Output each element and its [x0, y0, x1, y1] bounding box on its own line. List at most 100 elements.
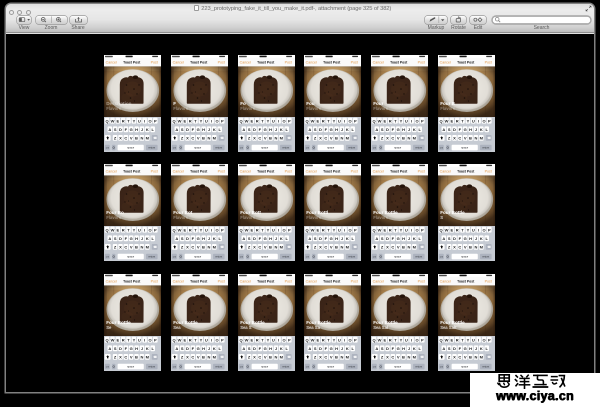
svg-text:Y: Y — [199, 228, 202, 233]
svg-text:K: K — [346, 127, 349, 132]
svg-text:S: S — [314, 236, 317, 241]
svg-text:N: N — [207, 135, 210, 140]
svg-text:Toast Post: Toast Post — [190, 279, 208, 283]
svg-text:Q: Q — [172, 228, 175, 233]
svg-text:space: space — [395, 256, 402, 259]
svg-text:space: space — [261, 365, 268, 368]
svg-text:P: P — [421, 118, 424, 123]
svg-text:A: A — [175, 127, 178, 132]
svg-text:Q: Q — [306, 337, 309, 342]
svg-text:V: V — [196, 354, 199, 359]
svg-text:Y: Y — [467, 337, 470, 342]
svg-text:W: W — [445, 337, 449, 342]
svg-text:K: K — [413, 127, 416, 132]
svg-text:J: J — [408, 127, 410, 132]
svg-text:Cancel: Cancel — [239, 280, 250, 284]
svg-text:D: D — [253, 236, 256, 241]
svg-text:K: K — [212, 127, 215, 132]
svg-text:I: I — [211, 337, 212, 342]
svg-text:Post: Post — [351, 170, 358, 174]
svg-text:G: G — [397, 236, 400, 241]
svg-text:I: I — [478, 118, 479, 123]
svg-text:Flavors: Flavors — [240, 216, 256, 221]
svg-text:N: N — [408, 245, 411, 250]
svg-text:P: P — [287, 118, 290, 123]
svg-text:O: O — [349, 118, 352, 123]
svg-text:D: D — [319, 127, 322, 132]
svg-text:O: O — [282, 337, 285, 342]
svg-text:D: D — [186, 127, 189, 132]
svg-text:I: I — [344, 337, 345, 342]
svg-text:B: B — [135, 135, 138, 140]
svg-text:J: J — [274, 127, 276, 132]
svg-text:Flavors: Flavors — [307, 216, 323, 221]
svg-text:A: A — [309, 346, 312, 351]
svg-text:N: N — [274, 245, 277, 250]
svg-text:X: X — [386, 354, 389, 359]
svg-text:E: E — [451, 337, 454, 342]
svg-text:R: R — [456, 228, 459, 233]
svg-text:P: P — [354, 118, 357, 123]
svg-text:Q: Q — [440, 118, 443, 123]
svg-text:K: K — [413, 346, 416, 351]
svg-text:R: R — [121, 337, 124, 342]
svg-text:E: E — [384, 228, 387, 233]
svg-text:N: N — [408, 354, 411, 359]
svg-text:Four Bo: Four Bo — [106, 210, 124, 215]
svg-text:A: A — [175, 236, 178, 241]
svg-text:G: G — [330, 127, 333, 132]
svg-text:space: space — [461, 365, 468, 368]
svg-text:Sea Salt: Sea Salt — [440, 325, 457, 330]
svg-text:J: J — [141, 346, 143, 351]
svg-text:B: B — [269, 245, 272, 250]
svg-text:U: U — [472, 337, 475, 342]
svg-text:G: G — [129, 236, 132, 241]
svg-text:Post: Post — [351, 61, 358, 65]
svg-text:Y: Y — [266, 337, 269, 342]
svg-text:S: S — [114, 346, 117, 351]
svg-text:V: V — [130, 245, 133, 250]
svg-text:N: N — [475, 354, 478, 359]
svg-text:C: C — [258, 245, 261, 250]
svg-text:U: U — [204, 118, 207, 123]
svg-text:I: I — [211, 228, 212, 233]
svg-text:space: space — [328, 365, 335, 368]
svg-text:O: O — [148, 228, 151, 233]
svg-text:R: R — [456, 118, 459, 123]
svg-text:space: space — [261, 256, 268, 259]
svg-text:W: W — [177, 228, 181, 233]
svg-text:K: K — [480, 236, 483, 241]
svg-text:G: G — [397, 127, 400, 132]
svg-text:U: U — [338, 118, 341, 123]
svg-text:S: S — [114, 236, 117, 241]
svg-text:H: H — [402, 346, 405, 351]
svg-text:S: S — [440, 216, 443, 221]
svg-text:I: I — [478, 337, 479, 342]
svg-text:Cancel: Cancel — [306, 280, 317, 284]
svg-text:O: O — [416, 337, 419, 342]
svg-text:Se: Se — [106, 325, 112, 330]
svg-text:Q: Q — [306, 228, 309, 233]
svg-text:W: W — [378, 228, 382, 233]
svg-text:A: A — [175, 346, 178, 351]
svg-text:X: X — [186, 135, 189, 140]
svg-text:O: O — [349, 228, 352, 233]
svg-text:Four Bot: Four Bot — [173, 210, 193, 215]
svg-text:G: G — [129, 346, 132, 351]
svg-text:B: B — [469, 245, 472, 250]
svg-text:G: G — [196, 346, 199, 351]
svg-text:G: G — [129, 127, 132, 132]
svg-text:H: H — [336, 127, 339, 132]
svg-text:U: U — [271, 228, 274, 233]
svg-text:Y: Y — [199, 118, 202, 123]
svg-text:A: A — [309, 127, 312, 132]
svg-text:E: E — [116, 228, 119, 233]
svg-text:N: N — [140, 135, 143, 140]
svg-text:Toast Post: Toast Post — [190, 60, 208, 64]
svg-text:A: A — [376, 346, 379, 351]
svg-text:R: R — [322, 337, 325, 342]
svg-text:Four Bottle: Four Bottle — [440, 320, 465, 325]
svg-text:D: D — [186, 236, 189, 241]
svg-text:space: space — [194, 365, 201, 368]
svg-text:Y: Y — [132, 228, 135, 233]
